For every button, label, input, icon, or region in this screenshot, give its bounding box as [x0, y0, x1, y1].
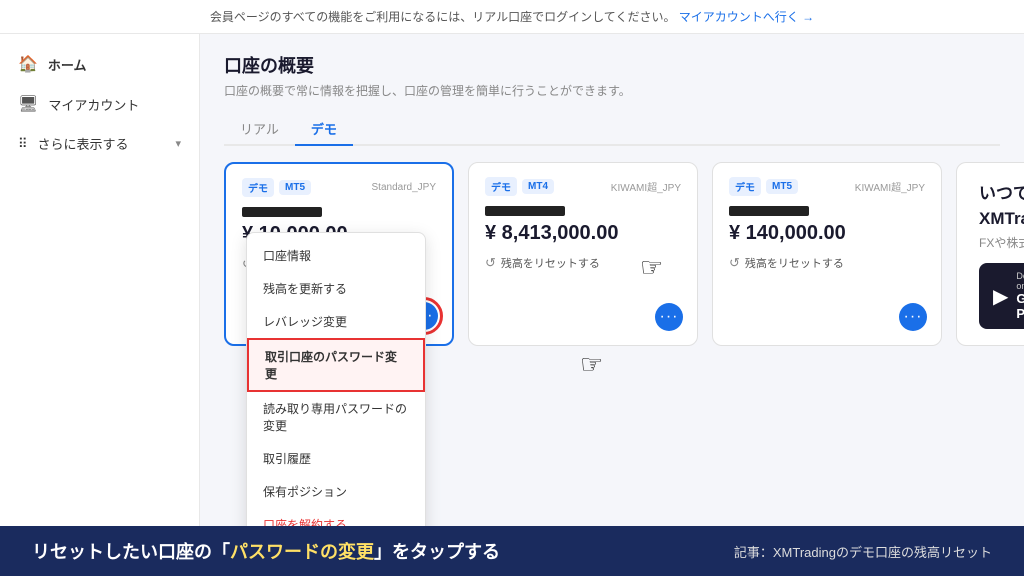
card-account-number-1 — [242, 207, 322, 217]
dropdown-close-account[interactable]: 口座を解約する — [247, 508, 425, 526]
promo-title: いつでもどこでもXMTradingアプリで取引 — [979, 179, 1024, 229]
badge-demo-2: デモ — [485, 177, 517, 196]
home-icon: 🏠 — [18, 54, 38, 74]
card-account-number-3 — [729, 206, 809, 216]
bottom-bar-text2: 」をタップする — [374, 542, 500, 562]
card-header-1: デモ MT5 Standard_JPY — [242, 178, 436, 197]
dropdown-menu: 口座情報 残高を更新する レバレッジ変更 取引口座のパスワード変更 読み取り専用… — [246, 232, 426, 526]
cards-row: デモ MT5 Standard_JPY ¥ 10,000.00 ↺ 残高をリセッ… — [224, 162, 1000, 346]
tab-demo[interactable]: デモ — [295, 113, 353, 146]
bottom-bar-text1: リセットしたい口座の「 — [32, 542, 230, 562]
badge-type-3: MT5 — [766, 179, 798, 194]
grid-icon: ⠿ — [18, 136, 28, 152]
card-account-type-1: Standard_JPY — [372, 182, 437, 193]
google-play-button[interactable]: ▶ Download on the Google Play — [979, 263, 1024, 329]
banner-text: 会員ページのすべての機能をご利用になるには、リアル口座でログインしてください。 — [210, 10, 676, 24]
more-button-2[interactable]: ··· — [655, 303, 683, 331]
google-play-small-text: Download on the — [1016, 271, 1024, 291]
badge-type-1: MT5 — [279, 180, 311, 195]
account-card-1: デモ MT5 Standard_JPY ¥ 10,000.00 ↺ 残高をリセッ… — [224, 162, 454, 346]
badge-demo-3: デモ — [729, 177, 761, 196]
bottom-bar-title: リセットしたい口座の「パスワードの変更」をタップする — [32, 538, 500, 564]
more-button-3[interactable]: ··· — [899, 303, 927, 331]
google-play-icon: ▶ — [993, 284, 1008, 309]
cursor-icon-2: ☞ — [580, 349, 603, 380]
dropdown-change-password[interactable]: 取引口座のパスワード変更 — [247, 338, 425, 392]
tabs: リアル デモ — [224, 113, 1000, 146]
promo-text: いつでもどこでもXMTradingアプリで取引 FXや株式、金属、その他を取引 … — [979, 179, 1024, 329]
dropdown-update-balance[interactable]: 残高を更新する — [247, 272, 425, 305]
reset-icon-3: ↺ — [729, 255, 740, 271]
page-title: 口座の概要 — [224, 52, 1000, 78]
content-area: 口座の概要 口座の概要で常に情報を把握し、口座の管理を簡単に行うことができます。… — [200, 34, 1024, 526]
card-reset-2[interactable]: ↺ 残高をリセットする — [485, 255, 681, 271]
sidebar-item-more[interactable]: ⠿ さらに表示する ▾ — [0, 124, 199, 163]
promo-subtitle: FXや株式、金属、その他を取引 — [979, 234, 1024, 251]
bottom-bar-highlight: パスワードの変更 — [230, 542, 374, 562]
chevron-down-icon: ▾ — [175, 137, 181, 150]
card-balance-2: ¥ 8,413,000.00 — [485, 222, 681, 245]
promo-card: いつでもどこでもXMTradingアプリで取引 FXや株式、金属、その他を取引 … — [956, 162, 1024, 346]
card-balance-3: ¥ 140,000.00 — [729, 222, 925, 245]
bottom-bar-note: 記事：XMTradingのデモ口座の残高リセット — [734, 542, 992, 561]
dropdown-account-info[interactable]: 口座情報 — [247, 239, 425, 272]
banner-link[interactable]: マイアカウントへ行く → — [679, 10, 814, 24]
dropdown-trade-history[interactable]: 取引履歴 — [247, 442, 425, 475]
card-header-2: デモ MT4 KIWAMI超_JPY — [485, 177, 681, 196]
sidebar-item-label: ホーム — [48, 55, 87, 74]
badge-demo-1: デモ — [242, 178, 274, 197]
tab-real[interactable]: リアル — [224, 113, 295, 146]
google-play-big-text: Google Play — [1016, 291, 1024, 321]
account-card-3: デモ MT5 KIWAMI超_JPY ¥ 140,000.00 ↺ 残高をリセッ… — [712, 162, 942, 346]
bottom-bar: リセットしたい口座の「パスワードの変更」をタップする 記事：XMTradingの… — [0, 526, 1024, 576]
card-header-3: デモ MT5 KIWAMI超_JPY — [729, 177, 925, 196]
account-card-2: デモ MT4 KIWAMI超_JPY ¥ 8,413,000.00 ↺ 残高をリ… — [468, 162, 698, 346]
card-reset-3[interactable]: ↺ 残高をリセットする — [729, 255, 925, 271]
card-account-number-2 — [485, 206, 565, 216]
sidebar-item-home[interactable]: 🏠 ホーム — [0, 44, 199, 84]
sidebar: 🏠 ホーム 🖥 マイアカウント ⠿ さらに表示する ▾ — [0, 34, 200, 526]
top-banner: 会員ページのすべての機能をご利用になるには、リアル口座でログインしてください。 … — [0, 0, 1024, 34]
sidebar-item-label: さらに表示する — [38, 134, 129, 153]
sidebar-item-myaccount[interactable]: 🖥 マイアカウント — [0, 84, 199, 124]
card-account-type-2: KIWAMI超_JPY — [611, 179, 681, 194]
reset-icon-2: ↺ — [485, 255, 496, 271]
sidebar-item-label: マイアカウント — [48, 95, 139, 114]
main-layout: 🏠 ホーム 🖥 マイアカウント ⠿ さらに表示する ▾ 口座の概要 口座の概要で… — [0, 34, 1024, 526]
page-subtitle: 口座の概要で常に情報を把握し、口座の管理を簡単に行うことができます。 — [224, 82, 1000, 99]
dropdown-readonly-password[interactable]: 読み取り専用パスワードの変更 — [247, 392, 425, 442]
dropdown-open-positions[interactable]: 保有ポジション — [247, 475, 425, 508]
badge-type-2: MT4 — [522, 179, 554, 194]
dropdown-leverage-change[interactable]: レバレッジ変更 — [247, 305, 425, 338]
store-buttons: ▶ Download on the Google Play Download o… — [979, 263, 1024, 329]
card-account-type-3: KIWAMI超_JPY — [855, 179, 925, 194]
myaccount-icon: 🖥 — [18, 94, 38, 114]
